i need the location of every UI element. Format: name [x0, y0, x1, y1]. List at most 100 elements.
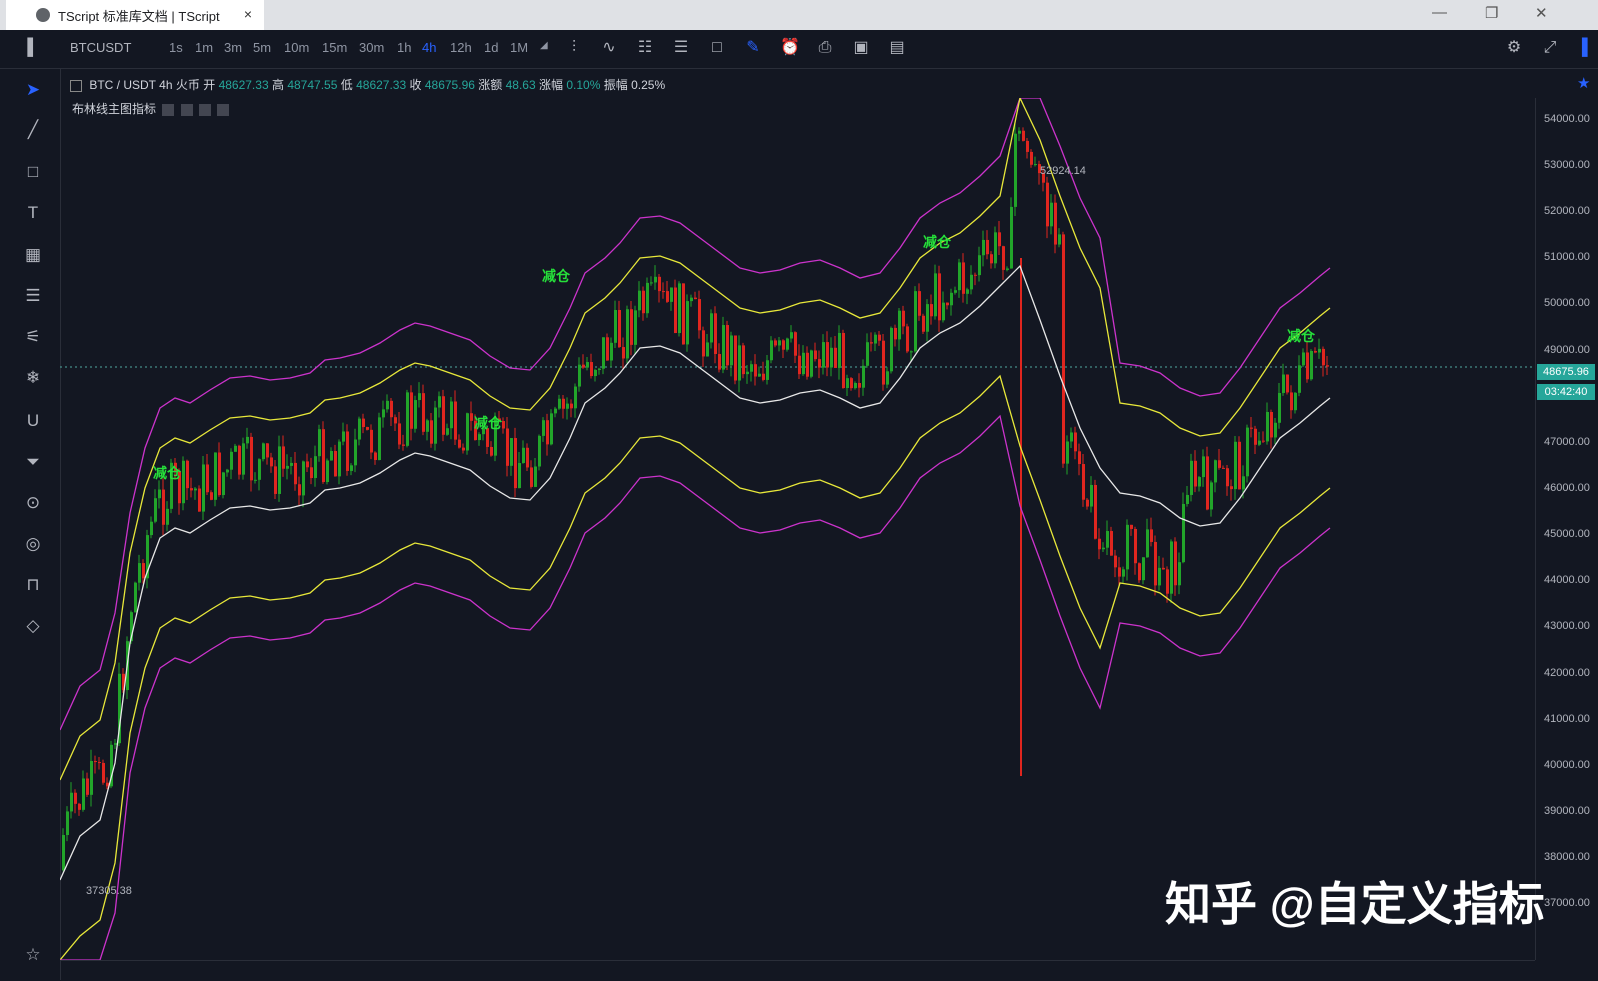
- timeframe-1h[interactable]: 1h: [397, 40, 411, 55]
- timeframe-12h[interactable]: 12h: [450, 40, 472, 55]
- tab-close-icon[interactable]: ×: [244, 6, 252, 22]
- candle-body: [1302, 352, 1305, 366]
- image-icon[interactable]: ▣: [852, 39, 870, 57]
- timeframe-4h[interactable]: 4h: [422, 40, 436, 55]
- candlestick-chart[interactable]: [60, 98, 1535, 960]
- candle-body: [914, 291, 917, 352]
- candle-body: [70, 792, 73, 812]
- maximize-icon[interactable]: ❐: [1485, 4, 1498, 22]
- news-icon[interactable]: ▤: [888, 39, 906, 57]
- legend-change-label: 涨额: [478, 78, 503, 92]
- timeframe-1M[interactable]: 1M: [510, 40, 528, 55]
- candle-body: [938, 273, 941, 321]
- candle-body: [706, 342, 709, 357]
- crosshair-icon[interactable]: ⊙: [22, 492, 44, 514]
- candle-body: [1006, 268, 1009, 270]
- candle-body: [734, 335, 737, 381]
- candle-body: [510, 438, 513, 466]
- timeframe-30m[interactable]: 30m: [359, 40, 384, 55]
- candle-body: [674, 287, 677, 334]
- price-axis[interactable]: 54000.00 53000.00 52000.00 51000.00 5000…: [1535, 98, 1598, 960]
- candle-body: [1222, 467, 1225, 469]
- candle-body: [378, 417, 381, 461]
- candle-body: [430, 420, 433, 444]
- timeframe-1d[interactable]: 1d: [484, 40, 498, 55]
- compare-icon[interactable]: ☷: [636, 39, 654, 57]
- candle-body: [1074, 432, 1077, 452]
- sidebar-toggle-icon[interactable]: ▌: [24, 39, 42, 57]
- candle-body: [134, 582, 137, 613]
- eye-icon[interactable]: ◎: [22, 533, 44, 555]
- candle-body: [738, 345, 741, 381]
- candle-body: [450, 401, 453, 429]
- timeframe-10m[interactable]: 10m: [284, 40, 309, 55]
- candle-body: [1250, 427, 1253, 429]
- gear-icon[interactable]: ⚙: [1505, 39, 1523, 57]
- symbol-selector[interactable]: BTCUSDT: [70, 40, 131, 55]
- minimize-icon[interactable]: —: [1432, 4, 1447, 21]
- browser-tab[interactable]: TScript 标准库文档 | TScript ×: [6, 0, 264, 30]
- trendline-icon[interactable]: ╱: [22, 119, 44, 141]
- alarm-icon[interactable]: ⏰: [780, 39, 800, 57]
- magnet-icon[interactable]: U: [22, 410, 44, 432]
- candle-body: [1310, 350, 1313, 380]
- candle-body: [566, 403, 569, 409]
- grid-icon[interactable]: ▦: [22, 244, 44, 266]
- timeframe-1m[interactable]: 1m: [195, 40, 213, 55]
- candle-body: [282, 446, 285, 469]
- settings-sliders-icon[interactable]: ⚟: [22, 326, 44, 348]
- candle-body: [1090, 484, 1093, 507]
- text-icon[interactable]: T: [22, 202, 44, 224]
- panel-icon[interactable]: □: [708, 39, 726, 57]
- right-panel-icon[interactable]: ▐: [1573, 39, 1591, 57]
- snapshot-icon[interactable]: ⎙: [816, 39, 834, 57]
- indicator-icon[interactable]: ∿: [600, 39, 618, 57]
- price-tick: 39000.00: [1544, 805, 1590, 817]
- legend-open-label: 开: [203, 78, 216, 92]
- candle-body: [1134, 528, 1137, 564]
- window-close-icon[interactable]: ✕: [1535, 4, 1548, 22]
- candle-body: [102, 762, 105, 783]
- candle-body: [322, 429, 325, 483]
- candle-body: [942, 302, 945, 321]
- fullscreen-icon[interactable]: ⤢: [1541, 39, 1559, 57]
- candle-body: [702, 330, 705, 357]
- timeframe-15m[interactable]: 15m: [322, 40, 347, 55]
- bar-countdown: 03:42:40: [1537, 384, 1595, 400]
- collapse-icon[interactable]: [70, 79, 82, 92]
- timeframe-1s[interactable]: 1s: [169, 40, 183, 55]
- candle-body: [238, 445, 241, 475]
- candle-body: [350, 465, 353, 471]
- candle-body: [218, 452, 221, 496]
- candle-body: [814, 350, 817, 360]
- candle-body: [426, 420, 429, 432]
- candle-body: [1034, 164, 1037, 166]
- filter-icon[interactable]: ⏷: [22, 451, 44, 473]
- price-tick: 44000.00: [1544, 574, 1590, 586]
- candle-type-icon[interactable]: ⫶: [565, 39, 583, 57]
- draw-icon[interactable]: ✎: [744, 39, 762, 57]
- candle-body: [1138, 563, 1141, 581]
- candle-body: [538, 435, 541, 467]
- fib-icon[interactable]: ☰: [22, 285, 44, 307]
- rectangle-icon[interactable]: □: [22, 161, 44, 183]
- favorite-star-icon[interactable]: ★: [1577, 74, 1590, 92]
- candle-body: [842, 332, 845, 389]
- snowflake-icon[interactable]: ❄: [22, 367, 44, 389]
- timeframe-more-icon[interactable]: ◢: [540, 40, 548, 51]
- candle-body: [990, 254, 993, 264]
- time-axis[interactable]: [60, 960, 1535, 981]
- eraser-icon[interactable]: ◇: [22, 615, 44, 637]
- candle-body: [678, 283, 681, 334]
- star-icon[interactable]: ☆: [22, 944, 44, 966]
- candle-body: [686, 301, 689, 345]
- candle-body: [606, 337, 609, 361]
- lock-icon[interactable]: ⊓: [22, 574, 44, 596]
- candle-body: [966, 289, 969, 294]
- candle-body: [1110, 531, 1113, 556]
- candle-body: [142, 563, 145, 579]
- timeframe-5m[interactable]: 5m: [253, 40, 271, 55]
- layout-icon[interactable]: ☰: [672, 39, 690, 57]
- cursor-icon[interactable]: ➤: [22, 79, 44, 101]
- timeframe-3m[interactable]: 3m: [224, 40, 242, 55]
